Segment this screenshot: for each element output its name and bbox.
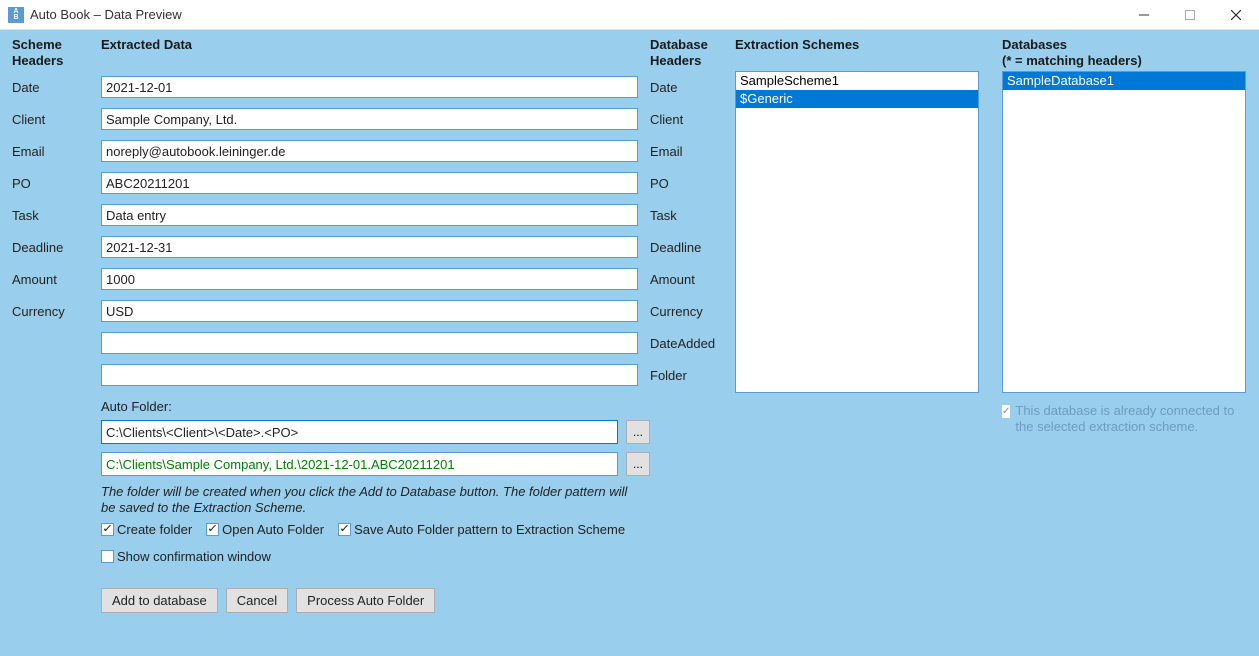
db-header-label: Deadline — [650, 231, 735, 263]
open-auto-folder-checkbox[interactable]: Open Auto Folder — [206, 522, 324, 537]
extracted-input-amount[interactable] — [101, 268, 638, 290]
db-connected-note: This database is already connected to th… — [1015, 403, 1246, 435]
scheme-header-label — [12, 359, 101, 391]
db-header-label: Folder — [650, 359, 735, 391]
window-title: Auto Book – Data Preview — [30, 7, 182, 22]
databases-listbox[interactable]: SampleDatabase1 — [1002, 71, 1246, 393]
checkbox-icon — [101, 523, 114, 536]
maximize-button[interactable] — [1167, 0, 1213, 29]
auto-folder-pattern-input[interactable] — [101, 420, 618, 444]
db-header-label: Task — [650, 199, 735, 231]
scheme-header-label: Deadline — [12, 231, 101, 263]
extracted-input-client[interactable] — [101, 108, 638, 130]
db-header-label: Client — [650, 103, 735, 135]
extracted-input-date[interactable] — [101, 76, 638, 98]
extracted-input-email[interactable] — [101, 140, 638, 162]
scheme-header-label — [12, 327, 101, 359]
titlebar: AB Auto Book – Data Preview — [0, 0, 1259, 30]
browse-pattern-button[interactable]: ... — [626, 420, 650, 444]
databases-column: Databases (* = matching headers) SampleD… — [1002, 37, 1247, 644]
create-folder-checkbox[interactable]: Create folder — [101, 522, 192, 537]
db-header-label: DateAdded — [650, 327, 735, 359]
content-area: SchemeHeaders Date Client Email PO Task … — [0, 30, 1259, 656]
app-icon: AB — [8, 7, 24, 23]
auto-folder-label: Auto Folder: — [101, 399, 650, 414]
database-headers-column: DatabaseHeaders Date Client Email PO Tas… — [650, 37, 735, 644]
db-header-label: Currency — [650, 295, 735, 327]
db-header-label: Email — [650, 135, 735, 167]
scheme-item[interactable]: $Generic — [736, 90, 978, 108]
add-to-database-button[interactable]: Add to database — [101, 588, 218, 613]
close-button[interactable] — [1213, 0, 1259, 29]
extracted-data-title: Extracted Data — [101, 37, 650, 71]
show-confirmation-checkbox[interactable]: Show confirmation window — [101, 549, 271, 564]
db-connected-checkbox — [1002, 405, 1010, 418]
extracted-input-dateadded[interactable] — [101, 332, 638, 354]
extracted-input-currency[interactable] — [101, 300, 638, 322]
extracted-data-column: Extracted Data Auto Folder: ... ... The … — [101, 37, 650, 644]
auto-folder-resolved-input[interactable] — [101, 452, 618, 476]
scheme-header-label: Task — [12, 199, 101, 231]
extracted-input-folder[interactable] — [101, 364, 638, 386]
scheme-headers-title: SchemeHeaders — [12, 37, 101, 71]
databases-title: Databases (* = matching headers) — [1002, 37, 1247, 71]
extracted-input-task[interactable] — [101, 204, 638, 226]
checkbox-icon — [338, 523, 351, 536]
scheme-header-label: Currency — [12, 295, 101, 327]
extraction-schemes-column: Extraction Schemes SampleScheme1 $Generi… — [735, 37, 1002, 644]
db-header-label: Date — [650, 71, 735, 103]
auto-folder-hint: The folder will be created when you clic… — [101, 484, 641, 516]
extracted-input-deadline[interactable] — [101, 236, 638, 258]
db-header-label: Amount — [650, 263, 735, 295]
schemes-listbox[interactable]: SampleScheme1 $Generic — [735, 71, 979, 393]
scheme-headers-column: SchemeHeaders Date Client Email PO Task … — [12, 37, 101, 644]
scheme-header-label: Client — [12, 103, 101, 135]
window-controls — [1121, 0, 1259, 29]
scheme-header-label: Amount — [12, 263, 101, 295]
scheme-header-label: Date — [12, 71, 101, 103]
scheme-item[interactable]: SampleScheme1 — [736, 72, 978, 90]
scheme-header-label: PO — [12, 167, 101, 199]
checkbox-icon — [206, 523, 219, 536]
extracted-input-po[interactable] — [101, 172, 638, 194]
database-item[interactable]: SampleDatabase1 — [1003, 72, 1245, 90]
process-auto-folder-button[interactable]: Process Auto Folder — [296, 588, 435, 613]
extraction-schemes-title: Extraction Schemes — [735, 37, 1002, 71]
save-pattern-checkbox[interactable]: Save Auto Folder pattern to Extraction S… — [338, 522, 625, 537]
browse-resolved-button[interactable]: ... — [626, 452, 650, 476]
scheme-header-label: Email — [12, 135, 101, 167]
database-headers-title: DatabaseHeaders — [650, 37, 735, 71]
minimize-button[interactable] — [1121, 0, 1167, 29]
checkbox-icon — [101, 550, 114, 563]
db-header-label: PO — [650, 167, 735, 199]
cancel-button[interactable]: Cancel — [226, 588, 288, 613]
